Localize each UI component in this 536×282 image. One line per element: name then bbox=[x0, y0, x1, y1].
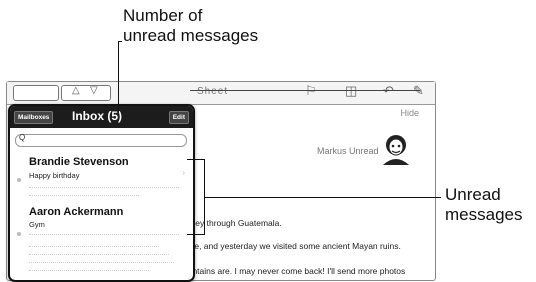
callout-line bbox=[187, 234, 205, 235]
mail-preview bbox=[29, 187, 179, 189]
nav-arrows-button[interactable]: △ ▽ bbox=[61, 85, 111, 101]
trash-icon[interactable]: ◫ bbox=[345, 84, 357, 98]
mail-subject: Happy birthday bbox=[29, 171, 80, 180]
chevron-right-icon: › bbox=[182, 168, 185, 177]
inbox-header: Mailboxes Inbox (5) Edit bbox=[10, 106, 193, 128]
avatar bbox=[383, 135, 409, 165]
callout-unread-messages: Unread messages bbox=[445, 185, 522, 225]
unread-dot-icon bbox=[17, 178, 21, 182]
message-divider bbox=[190, 90, 420, 91]
message-sender: Markus Unread bbox=[317, 146, 379, 156]
flag-icon[interactable]: ⚐ bbox=[305, 84, 317, 98]
toolbar-title: Sheet bbox=[197, 86, 229, 97]
callout-unread-count: Number of unread messages bbox=[123, 6, 258, 46]
callout-line bbox=[118, 41, 119, 114]
callout-line bbox=[205, 197, 441, 198]
unread-dot-icon bbox=[17, 232, 21, 236]
mail-preview bbox=[29, 246, 159, 248]
message-body-line: ngle, and yesterday we visited some anci… bbox=[183, 241, 401, 251]
message-body-line: urney through Guatemala. bbox=[183, 218, 282, 228]
callout-unread-count-line2: unread messages bbox=[123, 26, 259, 45]
hide-details-link[interactable]: Hide bbox=[400, 108, 419, 118]
mail-preview bbox=[29, 262, 174, 264]
reply-icon[interactable]: ↶ bbox=[383, 84, 394, 98]
mail-preview bbox=[29, 270, 149, 272]
inbox-popover: Mailboxes Inbox (5) Edit Q Brandie Steve… bbox=[8, 104, 195, 282]
list-item[interactable]: Aaron Ackermann Gym bbox=[10, 206, 193, 246]
compose-icon[interactable]: ✎ bbox=[413, 84, 424, 98]
back-button[interactable] bbox=[13, 85, 59, 101]
edit-button[interactable]: Edit bbox=[168, 111, 189, 124]
callout-unread-messages-line1: Unread bbox=[445, 185, 501, 204]
mail-sender: Aaron Ackermann bbox=[29, 206, 124, 218]
message-body-line: ountains are. I may never come back! I'l… bbox=[183, 266, 406, 276]
up-arrow-icon: △ bbox=[72, 85, 80, 96]
mail-preview bbox=[29, 195, 139, 197]
callout-line bbox=[187, 159, 205, 160]
down-arrow-icon: ▽ bbox=[90, 85, 98, 96]
list-item[interactable] bbox=[10, 242, 193, 278]
callout-unread-count-line1: Number of bbox=[123, 6, 203, 25]
mail-preview bbox=[29, 234, 179, 236]
toolbar: △ ▽ Sheet ⚐ ◫ ↶ ✎ bbox=[7, 82, 435, 105]
mailboxes-button[interactable]: Mailboxes bbox=[14, 111, 54, 124]
callout-unread-messages-line2: messages bbox=[445, 205, 523, 224]
mail-preview bbox=[29, 254, 169, 256]
mail-subject: Gym bbox=[29, 220, 45, 229]
search-input[interactable]: Q bbox=[15, 133, 187, 147]
callout-line bbox=[118, 41, 122, 42]
search-icon: Q bbox=[19, 133, 26, 142]
inbox-title: Inbox (5) bbox=[72, 109, 122, 123]
mail-sender: Brandie Stevenson bbox=[29, 156, 129, 168]
list-item[interactable]: Brandie Stevenson Happy birthday › bbox=[10, 150, 193, 208]
